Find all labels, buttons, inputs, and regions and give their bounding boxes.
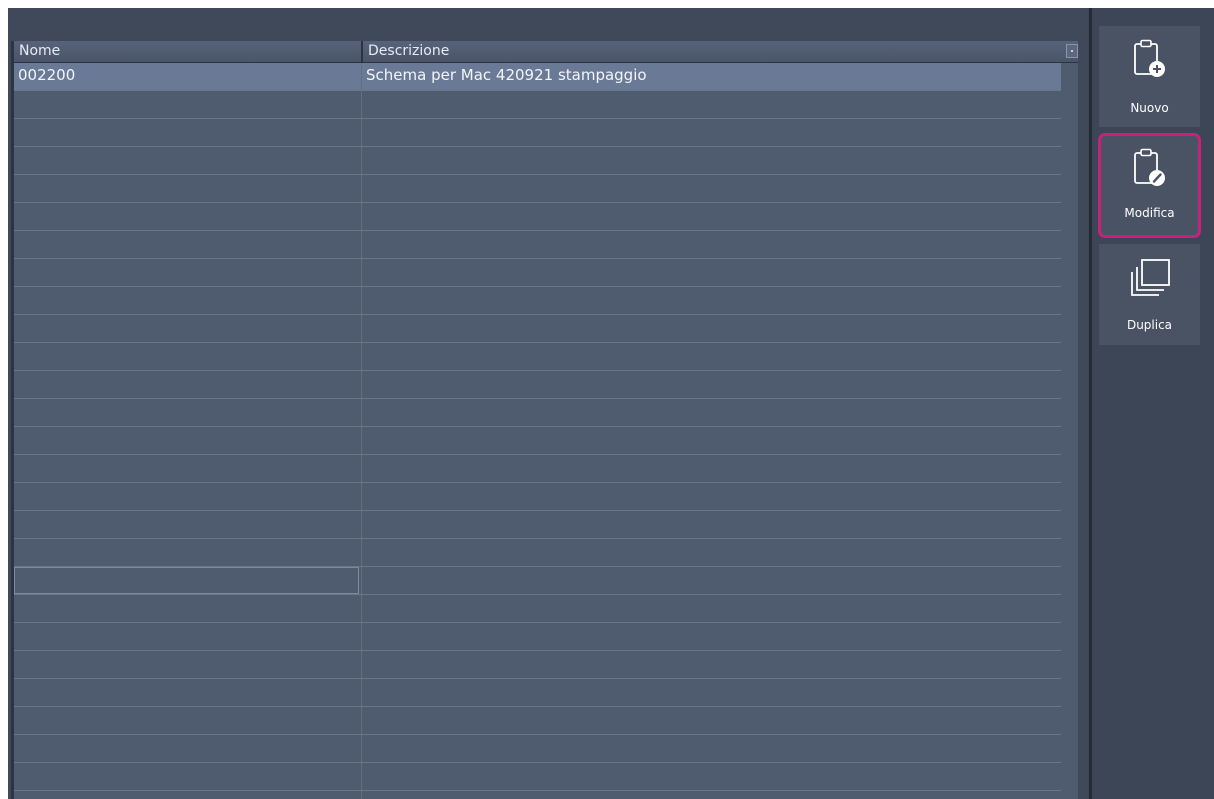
table-row[interactable] xyxy=(14,735,1061,763)
table-row[interactable] xyxy=(14,399,1061,427)
cell-nome[interactable] xyxy=(14,343,359,370)
column-header-nome[interactable]: Nome xyxy=(14,41,361,62)
nuovo-label: Nuovo xyxy=(1130,101,1169,115)
cell-descrizione[interactable] xyxy=(361,567,1061,594)
table-row[interactable] xyxy=(14,371,1061,399)
cell-descrizione[interactable] xyxy=(361,259,1061,286)
column-header-descrizione[interactable]: Descrizione xyxy=(361,41,1061,62)
table-row[interactable] xyxy=(14,623,1061,651)
cell-nome[interactable] xyxy=(14,231,359,258)
table-row[interactable] xyxy=(14,427,1061,455)
table-row[interactable] xyxy=(14,679,1061,707)
cell-descrizione[interactable] xyxy=(361,175,1061,202)
table-row[interactable] xyxy=(14,483,1061,511)
duplica-button[interactable]: Duplica xyxy=(1099,244,1200,345)
cell-descrizione[interactable] xyxy=(361,203,1061,230)
cell-nome[interactable] xyxy=(14,119,359,146)
cell-nome[interactable] xyxy=(14,259,359,286)
table-row[interactable] xyxy=(14,119,1061,147)
modifica-label: Modifica xyxy=(1124,206,1175,220)
table-panel: Nome Descrizione 002200 Schema per Mac 4… xyxy=(8,8,1088,799)
cell-nome[interactable] xyxy=(14,371,359,398)
data-grid: Nome Descrizione 002200 Schema per Mac 4… xyxy=(11,41,1078,799)
table-row[interactable] xyxy=(14,203,1061,231)
table-row[interactable] xyxy=(14,259,1061,287)
table-row[interactable]: 002200 Schema per Mac 420921 stampaggio xyxy=(14,63,1061,91)
cell-nome[interactable] xyxy=(14,567,359,594)
duplicate-windows-icon xyxy=(1131,259,1170,296)
cell-descrizione[interactable] xyxy=(361,623,1061,650)
cell-descrizione[interactable] xyxy=(361,231,1061,258)
cell-descrizione[interactable] xyxy=(361,119,1061,146)
cell-nome[interactable] xyxy=(14,147,359,174)
cell-descrizione[interactable] xyxy=(361,399,1061,426)
cell-descrizione[interactable] xyxy=(361,511,1061,538)
table-row[interactable] xyxy=(14,707,1061,735)
cell-descrizione[interactable]: Schema per Mac 420921 stampaggio xyxy=(361,63,1061,90)
cell-descrizione[interactable] xyxy=(361,539,1061,566)
cell-nome[interactable]: 002200 xyxy=(14,63,359,90)
table-row[interactable] xyxy=(14,651,1061,679)
cell-descrizione[interactable] xyxy=(361,679,1061,706)
cell-nome[interactable] xyxy=(14,427,359,454)
cell-nome[interactable] xyxy=(14,287,359,314)
app-window: Nome Descrizione 002200 Schema per Mac 4… xyxy=(8,8,1214,799)
column-chooser-icon[interactable] xyxy=(1066,44,1078,58)
cell-descrizione[interactable] xyxy=(361,315,1061,342)
table-body: 002200 Schema per Mac 420921 stampaggio xyxy=(14,63,1061,791)
table-row[interactable] xyxy=(14,175,1061,203)
action-toolbar: Nuovo Modifica Duplica xyxy=(1092,8,1214,799)
cell-nome[interactable] xyxy=(14,707,359,734)
duplica-label: Duplica xyxy=(1126,318,1173,332)
table-row[interactable] xyxy=(14,567,1061,595)
cell-nome[interactable] xyxy=(14,735,359,762)
cell-descrizione[interactable] xyxy=(361,735,1061,762)
table-row[interactable] xyxy=(14,147,1061,175)
table-row[interactable] xyxy=(14,231,1061,259)
clipboard-edit-icon xyxy=(1134,148,1165,186)
table-row[interactable] xyxy=(14,287,1061,315)
modifica-button[interactable]: Modifica xyxy=(1098,133,1201,238)
cell-nome[interactable] xyxy=(14,91,359,118)
cell-nome[interactable] xyxy=(14,763,359,790)
cell-descrizione[interactable] xyxy=(361,763,1061,790)
cell-descrizione[interactable] xyxy=(361,287,1061,314)
table-row[interactable] xyxy=(14,455,1061,483)
nuovo-button[interactable]: Nuovo xyxy=(1099,26,1200,127)
cell-nome[interactable] xyxy=(14,623,359,650)
cell-descrizione[interactable] xyxy=(361,147,1061,174)
cell-nome[interactable] xyxy=(14,539,359,566)
table-row[interactable] xyxy=(14,315,1061,343)
cell-nome[interactable] xyxy=(14,399,359,426)
cell-descrizione[interactable] xyxy=(361,455,1061,482)
table-row[interactable] xyxy=(14,343,1061,371)
cell-nome[interactable] xyxy=(14,203,359,230)
cell-nome[interactable] xyxy=(14,651,359,678)
table-row[interactable] xyxy=(14,763,1061,791)
cell-descrizione[interactable] xyxy=(361,91,1061,118)
cell-descrizione[interactable] xyxy=(361,371,1061,398)
cell-nome[interactable] xyxy=(14,315,359,342)
cell-descrizione[interactable] xyxy=(361,427,1061,454)
table-row[interactable] xyxy=(14,91,1061,119)
cell-nome[interactable] xyxy=(14,511,359,538)
cell-nome[interactable] xyxy=(14,455,359,482)
cell-nome[interactable] xyxy=(14,595,359,622)
cell-descrizione[interactable] xyxy=(361,483,1061,510)
cell-descrizione[interactable] xyxy=(361,595,1061,622)
cell-nome[interactable] xyxy=(14,679,359,706)
table-row[interactable] xyxy=(14,595,1061,623)
table-row[interactable] xyxy=(14,539,1061,567)
cell-nome[interactable] xyxy=(14,483,359,510)
clipboard-plus-icon xyxy=(1134,39,1165,77)
cell-nome[interactable] xyxy=(14,175,359,202)
table-header: Nome Descrizione xyxy=(14,41,1078,63)
cell-descrizione[interactable] xyxy=(361,707,1061,734)
cell-descrizione[interactable] xyxy=(361,651,1061,678)
cell-descrizione[interactable] xyxy=(361,343,1061,370)
table-row[interactable] xyxy=(14,511,1061,539)
